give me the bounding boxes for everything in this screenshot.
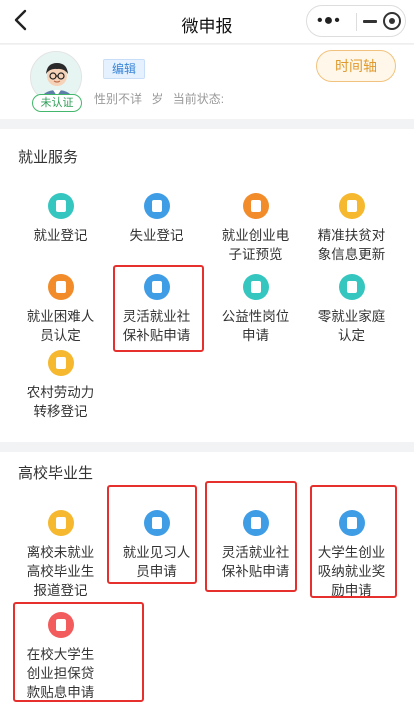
current-status-text: 当前状态: <box>172 92 225 106</box>
service-item[interactable]: 公益性岗位 申请 <box>204 274 307 345</box>
service-label: 就业创业电 子证预览 <box>221 228 290 262</box>
capsule-divider <box>356 13 357 31</box>
service-item[interactable]: 就业困难人 员认定 <box>9 274 112 345</box>
section-title: 就业服务 <box>18 149 79 166</box>
service-item[interactable]: 离校未就业 高校毕业生 报道登记 <box>9 510 112 600</box>
service-label: 公益性岗位 申请 <box>221 309 290 343</box>
service-item[interactable]: 零就业家庭 认定 <box>300 274 403 345</box>
list-icon <box>47 510 74 536</box>
service-item[interactable]: 在校大学生 创业担保贷 款贴息申请 <box>9 612 112 702</box>
service-item[interactable]: 就业见习人 员申请 <box>105 510 208 581</box>
id-card-icon <box>242 193 269 219</box>
service-label: 就业困难人 员认定 <box>26 309 95 343</box>
section-divider <box>18 444 396 445</box>
status-badge: 未认证 <box>32 94 82 112</box>
service-item[interactable]: 精准扶贫对 象信息更新 <box>300 193 403 264</box>
service-item[interactable]: 农村劳动力 转移登记 <box>9 350 112 421</box>
more-menu-button[interactable]: •●• <box>317 13 341 29</box>
document-icon <box>47 193 74 219</box>
service-label: 就业见习人 员申请 <box>122 545 191 579</box>
graduates-section: 高校毕业生 离校未就业 高校毕业生 报道登记 就业见习人 员申请 灵活就业社 保补贴申请… <box>0 452 414 718</box>
service-item[interactable]: 就业登记 <box>9 193 112 245</box>
gender-text: 性别不详 <box>94 92 143 106</box>
service-label: 精准扶贫对 象信息更新 <box>317 228 386 262</box>
service-label: 离校未就业 高校毕业生 报道登记 <box>26 545 95 598</box>
clipboard-icon <box>338 193 365 219</box>
service-item[interactable]: 大学生创业 吸纳就业奖 励申请 <box>300 510 403 600</box>
service-label: 农村劳动力 转移登记 <box>26 385 95 419</box>
card-icon <box>143 274 170 300</box>
mini-program-capsule: •●• <box>306 5 406 37</box>
profile-card: 未认证 编辑 性别不详 岁 当前状态: 时间轴 <box>0 45 414 119</box>
document-icon <box>143 193 170 219</box>
service-item[interactable]: 灵活就业社 保补贴申请 <box>204 510 307 581</box>
minimize-button[interactable] <box>363 20 377 23</box>
edit-icon <box>143 510 170 536</box>
person-icon <box>47 350 74 376</box>
timeline-button[interactable]: 时间轴 <box>316 50 396 82</box>
age-text: 岁 <box>151 92 164 106</box>
wallet-icon <box>47 612 74 638</box>
section-title: 高校毕业生 <box>18 465 94 482</box>
edit-icon <box>242 510 269 536</box>
service-item[interactable]: 失业登记 <box>105 193 208 245</box>
close-button[interactable] <box>383 12 401 30</box>
employment-services-section: 就业服务 就业登记 失业登记 就业创业电 子证预览 精准扶贫对 象信息更新 就业困难… <box>0 129 414 442</box>
service-label: 灵活就业社 保补贴申请 <box>221 545 290 579</box>
service-label: 大学生创业 吸纳就业奖 励申请 <box>317 545 386 598</box>
service-label: 失业登记 <box>129 228 184 243</box>
person-icon <box>338 274 365 300</box>
card-icon <box>338 510 365 536</box>
service-label: 灵活就业社 保补贴申请 <box>122 309 191 343</box>
service-label: 在校大学生 创业担保贷 款贴息申请 <box>26 647 95 700</box>
service-label: 零就业家庭 认定 <box>317 309 386 343</box>
service-item[interactable]: 就业创业电 子证预览 <box>204 193 307 264</box>
nav-bar: 微申报 •●• <box>0 0 414 44</box>
service-label: 就业登记 <box>33 228 88 243</box>
heart-icon <box>242 274 269 300</box>
profile-meta: 性别不详 岁 当前状态: <box>94 90 230 107</box>
service-item[interactable]: 灵活就业社 保补贴申请 <box>105 274 208 345</box>
person-icon <box>47 274 74 300</box>
edit-button[interactable]: 编辑 <box>103 59 145 79</box>
